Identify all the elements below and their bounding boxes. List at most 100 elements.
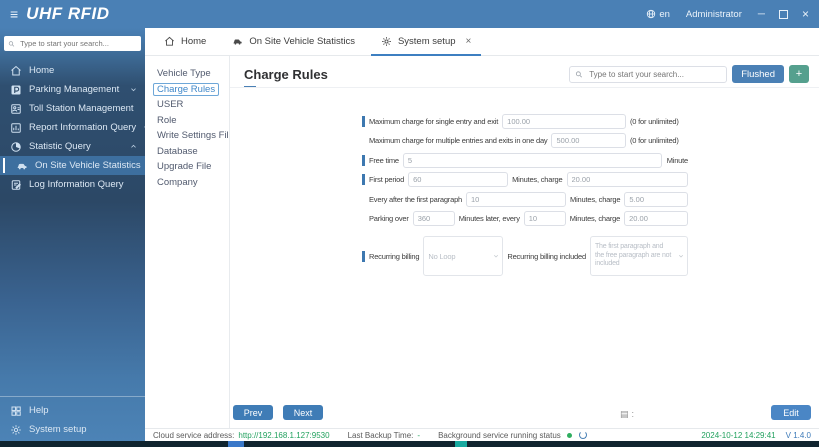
field-label: Recurring billing included	[507, 251, 586, 261]
sidebar-item-system-setup[interactable]: System setup	[0, 420, 145, 439]
settings-nav-database[interactable]: Database	[157, 144, 229, 160]
service-refresh-icon[interactable]	[578, 431, 587, 439]
pie-chart-icon	[11, 141, 21, 152]
field-mid-label: Minutes, charge	[570, 194, 621, 204]
field-label: First period	[369, 175, 405, 184]
field-mid-label: Minutes later, every	[458, 214, 520, 223]
status-datetime: 2024-10-12 14:29:41	[701, 430, 776, 440]
recurring-included-select[interactable]: The first paragraph and the free paragra…	[589, 236, 688, 276]
tab-system-setup[interactable]: System setup ×	[368, 28, 484, 56]
max-single-input[interactable]	[502, 113, 626, 129]
tab-close-icon[interactable]: ×	[466, 36, 472, 47]
maximize-icon[interactable]	[778, 9, 788, 19]
edit-button[interactable]: Edit	[771, 405, 811, 420]
taskbar-segment	[228, 441, 244, 447]
bottom-taskbar-strip	[0, 441, 819, 447]
field-mid-label: Minutes, charge	[512, 175, 563, 184]
sidebar-divider	[0, 396, 145, 397]
field-label: Every after the first paragraph	[369, 194, 463, 204]
tab-bar: Home On Site Vehicle Statistics System s…	[145, 28, 819, 56]
ime-indicator[interactable]: ▤:	[620, 410, 634, 419]
log-document-icon	[11, 179, 21, 190]
help-grid-icon	[11, 406, 21, 416]
service-status-label: Background service running status	[438, 430, 561, 440]
select-value: The first paragraph and the free paragra…	[594, 243, 672, 268]
vehicle-icon	[17, 163, 27, 169]
settings-nav-charge-rules[interactable]: Charge Rules	[153, 82, 229, 98]
nav-item-label: USER	[157, 99, 184, 111]
sidebar-item-parking-management[interactable]: Parking Management	[0, 80, 145, 99]
tab-on-site-vehicle-statistics[interactable]: On Site Vehicle Statistics	[219, 28, 368, 55]
add-button[interactable]: +	[789, 65, 809, 83]
settings-nav: Vehicle Type Charge Rules USER Role Writ…	[145, 56, 234, 428]
sidebar-item-label: On Site Vehicle Statistics	[35, 160, 141, 171]
backup-time-value: -	[417, 430, 421, 440]
hamburger-menu-icon[interactable]: ≡	[10, 7, 18, 21]
prev-button[interactable]: Prev	[233, 405, 273, 420]
max-multiple-input[interactable]	[551, 133, 626, 148]
tab-label: On Site Vehicle Statistics	[249, 36, 355, 47]
settings-nav-upgrade-file[interactable]: Upgrade File	[157, 159, 229, 175]
settings-nav-user[interactable]: USER	[157, 97, 229, 113]
nav-item-label: Database	[157, 145, 198, 157]
after-first-charge-input[interactable]	[624, 191, 688, 207]
language-label: en	[659, 8, 670, 20]
gear-icon	[382, 37, 391, 46]
tab-home[interactable]: Home	[151, 28, 219, 55]
next-button[interactable]: Next	[283, 405, 323, 420]
vehicle-icon	[233, 39, 242, 45]
close-icon[interactable]: ×	[802, 7, 809, 21]
report-chart-icon	[11, 122, 21, 133]
gear-icon	[11, 424, 21, 435]
settings-nav-company[interactable]: Company	[157, 175, 229, 191]
field-suffix: (0 for unlimited)	[630, 116, 679, 126]
sidebar-search-input[interactable]	[18, 38, 137, 49]
user-name[interactable]: Administrator	[686, 9, 742, 20]
field-label: Free time	[369, 155, 399, 165]
sidebar-item-help[interactable]: Help	[0, 401, 145, 420]
first-period-minutes-input[interactable]	[408, 172, 509, 187]
app-logo: UHF RFID	[26, 4, 110, 23]
sidebar-search[interactable]	[4, 36, 141, 51]
parking-over-every-input[interactable]	[523, 211, 566, 226]
first-period-charge-input[interactable]	[566, 172, 688, 187]
field-mid-label: Minutes, charge	[569, 214, 621, 223]
nav-item-label: Charge Rules	[153, 82, 220, 96]
language-selector[interactable]: en	[646, 9, 670, 20]
search-icon	[576, 70, 583, 77]
recurring-billing-select[interactable]: No Loop	[423, 236, 504, 276]
nav-item-label: Upgrade File	[157, 161, 212, 173]
form-row-parking-over: Parking over Minutes later, every Minute…	[362, 211, 688, 227]
parking-over-minutes-input[interactable]	[412, 211, 455, 226]
chevron-down-icon	[494, 254, 499, 258]
content-search-input[interactable]	[587, 68, 722, 80]
cloud-address-url[interactable]: http://192.168.1.127:9530	[238, 431, 329, 440]
flushed-button[interactable]: Flushed	[732, 65, 784, 83]
settings-nav-write-settings-file[interactable]: Write Settings File	[157, 128, 234, 144]
free-time-input[interactable]	[402, 152, 662, 168]
sidebar-item-report-information-query[interactable]: Report Information Query	[0, 118, 145, 137]
field-label: Parking over	[369, 214, 409, 223]
settings-nav-role[interactable]: Role	[157, 113, 229, 129]
chevron-down-icon	[678, 254, 684, 258]
sidebar-item-on-site-vehicle-statistics[interactable]: On Site Vehicle Statistics	[0, 156, 145, 175]
app-version: V 1.4.0	[785, 430, 811, 440]
sidebar-item-log-information-query[interactable]: Log Information Query	[0, 175, 145, 194]
sidebar-item-toll-station-management[interactable]: Toll Station Management	[0, 99, 145, 118]
settings-nav-vehicle-type[interactable]: Vehicle Type	[157, 66, 229, 82]
nav-item-label: Company	[157, 176, 198, 188]
field-suffix: Minute	[666, 155, 689, 165]
parking-over-charge-input[interactable]	[624, 211, 688, 226]
form-row-after-first: Every after the first paragraph Minutes,…	[362, 191, 688, 207]
nav-item-label: Write Settings File	[157, 130, 234, 142]
backup-time-label: Last Backup Time:	[347, 430, 414, 440]
status-bar: Cloud service address: http://192.168.1.…	[145, 428, 819, 441]
form-row-recurring: Recurring billing No Loop Recurring bill…	[362, 235, 688, 277]
charge-rules-panel: Charge Rules Flushed + Maximum charge fo…	[230, 56, 819, 428]
after-first-minutes-input[interactable]	[466, 191, 567, 207]
sidebar-item-statistic-query[interactable]: Statistic Query	[0, 137, 145, 156]
content-search[interactable]	[569, 65, 728, 83]
sidebar-item-home[interactable]: Home	[0, 61, 145, 80]
toll-station-icon	[11, 103, 21, 114]
minimize-icon[interactable]: ─	[758, 9, 765, 20]
